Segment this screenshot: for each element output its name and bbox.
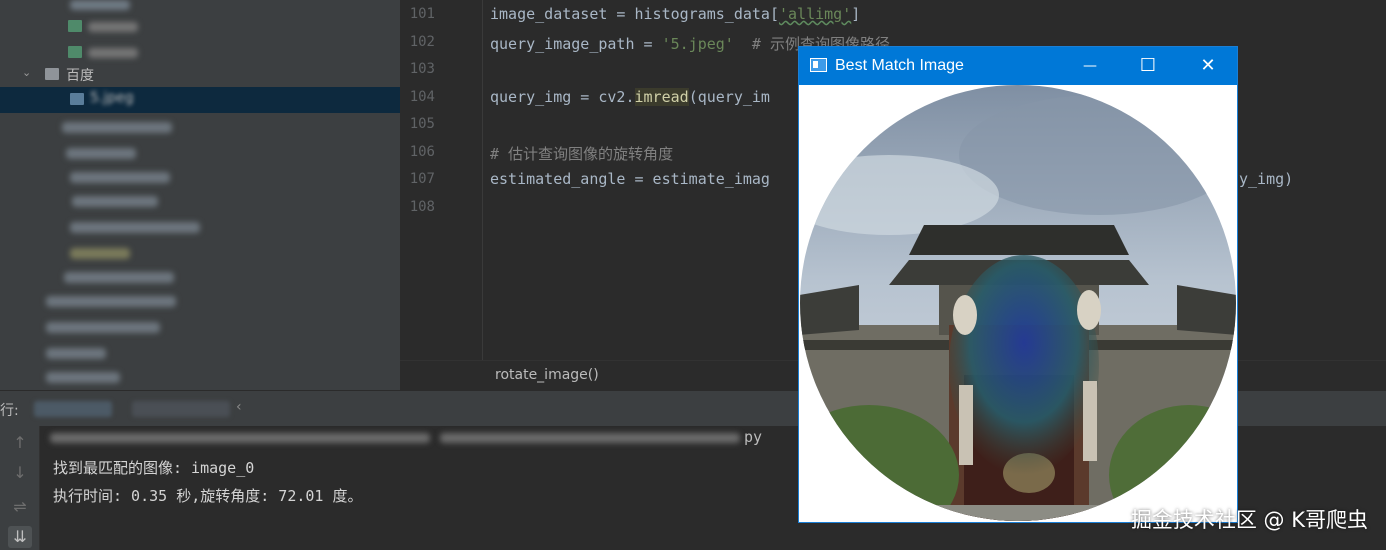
code-text: image_dataset = histograms_data[ [490,5,779,23]
tree-row-blurred[interactable] [0,264,400,290]
line-number: 107 [409,171,435,187]
folder-label: 百度 [66,68,94,84]
minimize-button[interactable]: — [1061,47,1119,85]
line-number: 104 [409,89,435,105]
image-file-icon [68,20,82,32]
code-text: query_img = cv2. [490,88,635,106]
gutter-divider [482,0,483,360]
tree-file-selected[interactable]: 5.jpeg [0,87,400,113]
tree-row-blurred[interactable] [0,188,400,214]
chevron-left-icon[interactable]: ‹ [236,399,242,415]
run-tab[interactable] [132,401,230,417]
folder-icon [45,68,59,80]
project-tree: ⌄ 百度 5.jpeg [0,0,400,390]
soft-wrap-icon[interactable]: ⇌ [8,496,32,518]
code-line-106[interactable]: # 估计查询图像的旋转角度 [490,143,673,164]
code-line-104[interactable]: query_img = cv2.imread(query_im [490,88,770,106]
line-number: 106 [409,144,435,160]
file-label: 5.jpeg [90,90,134,106]
close-button[interactable]: ✕ [1179,47,1237,85]
code-text: query_image_path = [490,35,662,53]
image-file-icon [70,93,84,105]
window-app-icon [810,58,827,72]
arrow-down-icon[interactable]: ↓ [8,462,32,484]
arrow-up-icon[interactable]: ↑ [8,432,32,454]
output-line: 找到最匹配的图像: image_0 [53,459,255,477]
run-side-toolbar: ↑ ↓ ⇌ ⇊ [0,426,40,550]
tree-row-blurred[interactable] [0,214,400,240]
code-line-107[interactable]: estimated_angle = estimate_imag [490,170,770,188]
tree-row-blurred[interactable] [0,114,400,140]
run-tab[interactable] [34,401,112,417]
code-string: '5.jpeg' [661,35,734,53]
tree-row-blurred[interactable] [0,340,400,366]
output-path-suffix: py [744,428,763,446]
tree-row-blurred[interactable] [0,240,400,266]
code-line-107-tail: y_img) [1239,170,1294,188]
code-string: 'allimg' [778,5,852,23]
line-number: 103 [409,61,435,77]
line-number: 102 [409,34,435,50]
window-title: Best Match Image [835,57,964,74]
breadcrumb-function[interactable]: rotate_image() [495,367,599,383]
output-line: 执行时间: 0.35 秒,旋转角度: 72.01 度。 [53,487,363,505]
watermark: 掘金技术社区 @ K哥爬虫 [1130,508,1368,532]
code-highlight: imread [634,88,689,106]
code-line-101[interactable]: image_dataset = histograms_data['allimg'… [490,5,860,23]
line-number: 101 [409,6,435,22]
tree-row-blurred[interactable] [0,164,400,190]
code-text: (query_im [688,88,770,106]
line-number: 108 [409,199,435,215]
chevron-down-icon[interactable]: ⌄ [22,66,31,79]
tree-row-blurred[interactable] [0,14,400,40]
run-label: 行: [0,403,19,419]
best-match-window[interactable]: Best Match Image — ☐ ✕ [798,46,1238,523]
maximize-button[interactable]: ☐ [1119,47,1177,85]
tree-folder-baidu[interactable]: ⌄ 百度 [0,62,400,88]
tree-row-blurred[interactable] [0,140,400,166]
tree-row-blurred[interactable] [0,288,400,314]
code-text: ] [851,5,861,23]
window-titlebar[interactable]: Best Match Image — ☐ ✕ [799,47,1237,85]
tree-row-blurred[interactable] [0,314,400,340]
tree-row-blurred[interactable] [0,364,400,390]
scroll-to-end-icon[interactable]: ⇊ [8,526,32,548]
image-file-icon [68,46,82,58]
line-number: 105 [409,116,435,132]
matched-image [799,85,1237,522]
